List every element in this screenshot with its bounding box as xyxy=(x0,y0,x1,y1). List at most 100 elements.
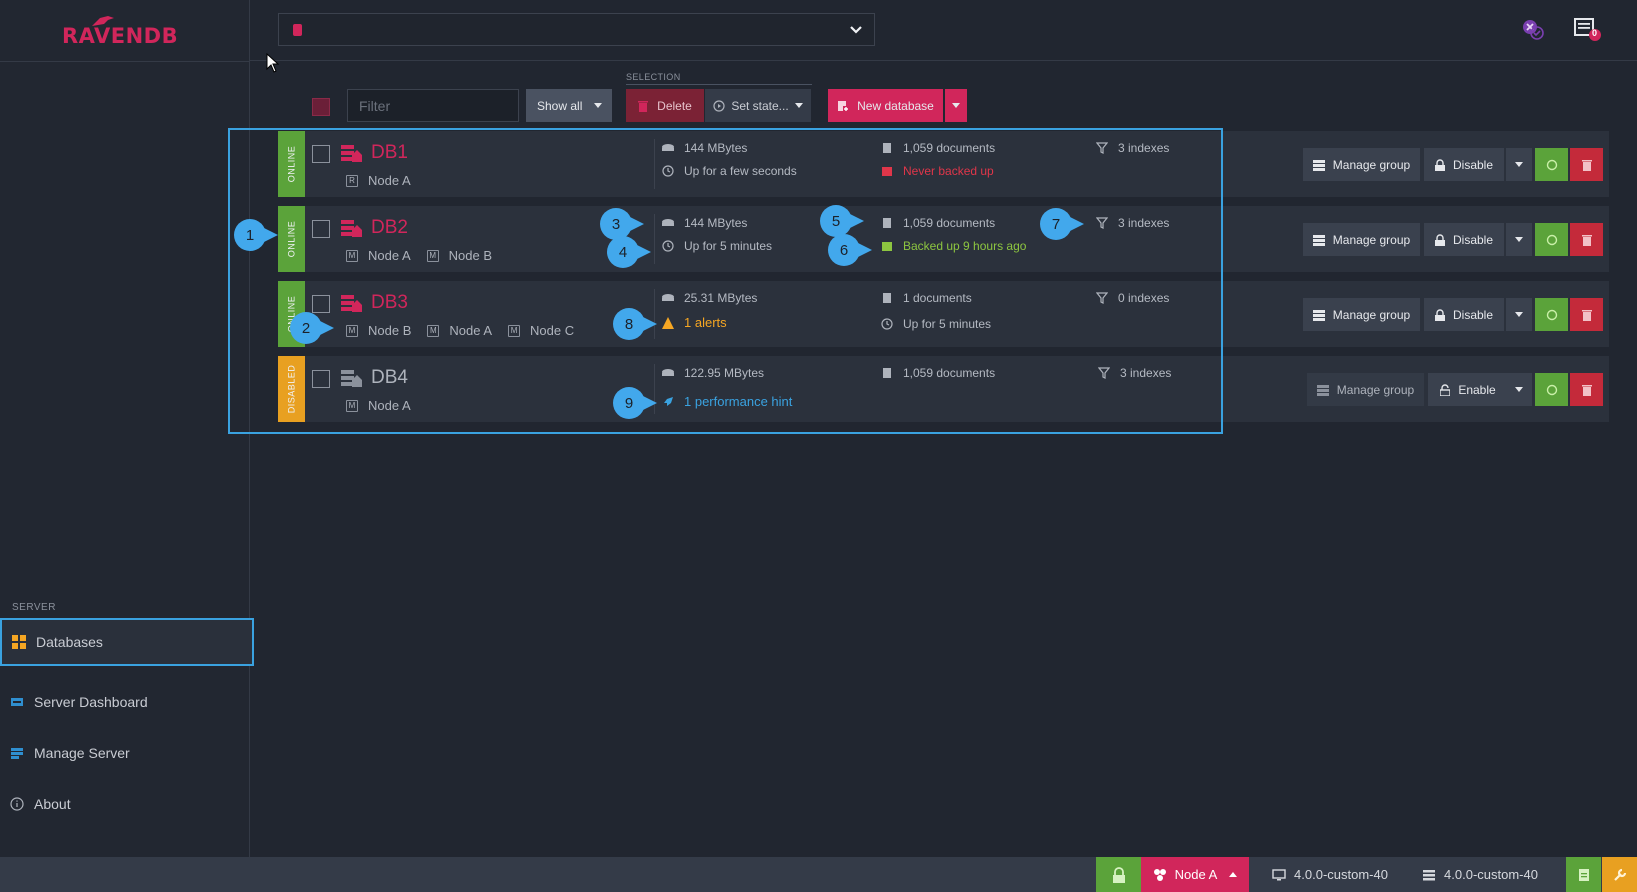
callout-number: 2 xyxy=(301,319,311,337)
callout-number: 7 xyxy=(1051,215,1061,233)
callout-marker: 4 xyxy=(607,236,653,268)
sidebar-section-label: SERVER xyxy=(12,602,56,613)
caret-down-icon xyxy=(952,103,960,108)
delete-button[interactable]: Delete xyxy=(626,89,704,122)
sidebar-item-databases[interactable]: Databases xyxy=(0,618,254,666)
trash-icon xyxy=(1581,309,1592,321)
refresh-icon xyxy=(1546,309,1557,320)
selection-label: SELECTION xyxy=(626,72,681,82)
manage-group-button[interactable]: Manage group xyxy=(1303,223,1420,256)
sidebar-divider xyxy=(0,61,250,62)
manage-group-label: Manage group xyxy=(1336,382,1415,397)
more-actions-dropdown[interactable] xyxy=(1506,223,1532,256)
disable-button[interactable]: Disable xyxy=(1424,223,1504,256)
highlight-frame xyxy=(228,128,1223,434)
refresh-icon xyxy=(1546,384,1557,395)
show-all-label: Show all xyxy=(537,98,583,113)
dashboard-icon xyxy=(11,698,23,706)
new-database-button[interactable]: New database xyxy=(828,89,943,122)
refresh-icon xyxy=(1546,159,1557,170)
delete-database-button[interactable] xyxy=(1570,223,1603,256)
server-version-text: 4.0.0-custom-40 xyxy=(1444,867,1538,882)
mouse-cursor-icon xyxy=(266,53,280,73)
trash-icon xyxy=(638,100,649,112)
settings-button[interactable] xyxy=(1602,857,1637,892)
filter-input[interactable] xyxy=(347,89,519,122)
notification-count: 0 xyxy=(1592,28,1598,38)
manage-group-label: Manage group xyxy=(1332,307,1411,322)
sidebar-item-label: Manage Server xyxy=(34,745,130,761)
ravendb-logo[interactable]: RAVENDB xyxy=(62,14,188,50)
callout-marker: 8 xyxy=(613,308,659,340)
manage-group-label: Manage group xyxy=(1332,157,1411,172)
compact-button[interactable] xyxy=(1535,148,1568,181)
set-state-dropdown[interactable]: Set state... xyxy=(705,89,811,122)
selection-divider xyxy=(626,84,812,85)
callout-number: 8 xyxy=(624,315,634,333)
lock-icon xyxy=(1434,308,1445,321)
callout-marker: 7 xyxy=(1040,208,1086,240)
compact-button[interactable] xyxy=(1535,373,1568,406)
delete-database-button[interactable] xyxy=(1570,148,1603,181)
manage-group-button[interactable]: Manage group xyxy=(1307,373,1424,406)
license-button[interactable] xyxy=(1566,857,1601,892)
show-all-dropdown[interactable]: Show all xyxy=(526,89,612,122)
lock-icon xyxy=(1434,233,1445,246)
more-actions-dropdown[interactable] xyxy=(1506,148,1532,181)
document-icon xyxy=(1578,868,1589,881)
delete-database-button[interactable] xyxy=(1570,373,1603,406)
caret-down-icon xyxy=(1515,162,1523,167)
more-actions-dropdown[interactable] xyxy=(1506,373,1532,406)
database-selector[interactable] xyxy=(278,13,875,46)
cluster-node-selector[interactable]: Node A xyxy=(1141,857,1249,892)
monitor-icon xyxy=(1272,868,1286,880)
client-version[interactable]: 4.0.0-custom-40 xyxy=(1260,857,1400,892)
disable-button[interactable]: Disable xyxy=(1424,148,1504,181)
delete-database-button[interactable] xyxy=(1570,298,1603,331)
manage-group-icon xyxy=(1312,309,1325,321)
new-database-icon xyxy=(838,100,850,112)
callout-number: 4 xyxy=(618,243,628,261)
manage-server-icon xyxy=(11,748,23,759)
messages-icon xyxy=(1574,18,1601,41)
wrench-icon xyxy=(1613,868,1626,881)
new-database-dropdown[interactable] xyxy=(945,89,967,122)
sidebar-item-manage-server[interactable]: Manage Server xyxy=(0,729,254,777)
compact-button[interactable] xyxy=(1535,223,1568,256)
manage-group-label: Manage group xyxy=(1332,232,1411,247)
callout-marker: 2 xyxy=(290,312,336,344)
sidebar-item-server-dashboard[interactable]: Server Dashboard xyxy=(0,678,254,726)
compact-button[interactable] xyxy=(1535,298,1568,331)
sidebar-item-label: Databases xyxy=(36,634,103,650)
cluster-icon xyxy=(1153,868,1166,881)
callout-number: 9 xyxy=(624,394,634,412)
server-version[interactable]: 4.0.0-custom-40 xyxy=(1410,857,1550,892)
lock-icon xyxy=(1434,158,1445,171)
notification-center-button[interactable]: 0 xyxy=(1573,16,1603,44)
trash-icon xyxy=(1581,234,1592,246)
manage-group-button[interactable]: Manage group xyxy=(1303,298,1420,331)
sidebar-item-label: About xyxy=(34,796,71,812)
callout-number: 6 xyxy=(839,241,849,259)
toggle-label: Disable xyxy=(1452,157,1494,172)
trash-icon xyxy=(1581,159,1592,171)
caret-down-icon xyxy=(794,103,803,108)
server-icon xyxy=(1423,869,1436,880)
toggle-label: Enable xyxy=(1458,382,1496,397)
manage-group-icon xyxy=(1312,234,1325,246)
set-state-label: Set state... xyxy=(731,98,789,113)
manage-group-button[interactable]: Manage group xyxy=(1303,148,1420,181)
refresh-icon xyxy=(1546,234,1557,245)
sidebar-item-about[interactable]: About xyxy=(0,780,254,828)
more-actions-dropdown[interactable] xyxy=(1506,298,1532,331)
sidebar-item-label: Server Dashboard xyxy=(34,694,148,710)
enable-button[interactable]: Enable xyxy=(1428,373,1508,406)
select-all-checkbox[interactable] xyxy=(312,98,330,116)
disable-button[interactable]: Disable xyxy=(1424,298,1504,331)
caret-down-icon xyxy=(1515,237,1523,242)
delete-label: Delete xyxy=(657,98,692,113)
notification-status-icon[interactable] xyxy=(1519,16,1547,44)
security-status[interactable] xyxy=(1096,857,1141,892)
top-bar: 0 xyxy=(250,0,1637,61)
caret-down-icon xyxy=(594,103,602,108)
